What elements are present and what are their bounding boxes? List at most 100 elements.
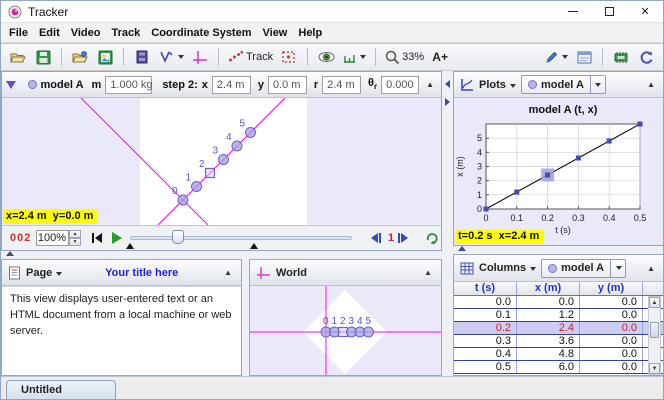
data-point[interactable] <box>638 122 643 127</box>
track-menu-icon[interactable] <box>6 81 16 89</box>
scroll-up-icon[interactable]: ▲ <box>649 297 660 308</box>
split-divider-horizontal[interactable] <box>1 251 442 259</box>
collapse-track-bar-button[interactable]: ▲ <box>423 80 437 89</box>
step-point[interactable] <box>232 141 242 151</box>
track-control-button[interactable] <box>278 46 300 68</box>
menu-coordinate-system[interactable]: Coordinate System <box>151 27 251 39</box>
table-row[interactable]: 0.44.80.0 <box>454 348 664 361</box>
page-menu-button[interactable]: Page <box>26 267 62 279</box>
column-header[interactable]: y (m) <box>580 282 643 295</box>
data-point[interactable] <box>514 190 519 195</box>
r-field[interactable]: 2.4 m <box>322 76 361 94</box>
data-point[interactable] <box>576 156 581 161</box>
memory-button[interactable] <box>610 46 632 68</box>
plot-canvas[interactable]: 00.10.20.30.40.5012345model A (t, x)t (s… <box>454 98 664 245</box>
column-header[interactable]: x (m) <box>517 282 580 295</box>
font-size-button[interactable]: A+ <box>429 46 451 68</box>
y-field[interactable]: 0.0 m <box>268 76 307 94</box>
maximize-button[interactable] <box>591 1 627 22</box>
expand-up-icon[interactable] <box>6 251 14 256</box>
track-name-label[interactable]: model A <box>41 79 84 91</box>
data-point[interactable] <box>607 139 612 144</box>
new-track-button[interactable]: Track <box>226 46 275 68</box>
column-header[interactable]: t (s) <box>454 282 517 295</box>
collapse-table-button[interactable]: ▲ <box>644 264 658 273</box>
table-row[interactable]: 0.22.40.0 <box>454 322 664 335</box>
scrub-slider[interactable] <box>130 236 352 240</box>
dropdown-arrow-button[interactable] <box>610 260 625 277</box>
export-zip-button[interactable] <box>94 46 116 68</box>
menu-edit[interactable]: Edit <box>39 27 60 39</box>
rate-field[interactable]: 100% <box>36 230 69 246</box>
trail-settings-button[interactable] <box>340 46 368 68</box>
step-point[interactable] <box>192 182 202 192</box>
calibration-tools-button[interactable] <box>156 46 186 68</box>
zoom-button[interactable]: 33% <box>383 46 426 68</box>
video-view[interactable]: 012345 x=2.4 m y=0.0 m <box>2 98 441 225</box>
scroll-down-icon[interactable]: ▼ <box>649 363 660 374</box>
dropdown-arrow-button[interactable] <box>590 76 605 93</box>
columns-menu-button[interactable]: Columns <box>479 262 536 274</box>
spinner-down-icon[interactable]: ▼ <box>69 238 81 246</box>
save-button[interactable] <box>32 46 54 68</box>
plots-menu-button[interactable]: Plots <box>479 79 516 91</box>
table-scrollbar[interactable]: ▲ ▼ <box>648 296 661 375</box>
split-divider-horizontal[interactable] <box>453 246 664 254</box>
x-field[interactable]: 2.4 m <box>212 76 251 94</box>
theta-field[interactable]: 0.000 <box>381 76 419 94</box>
data-point[interactable] <box>484 207 489 212</box>
loop-button[interactable] <box>426 231 439 245</box>
expand-up-icon[interactable] <box>458 246 466 251</box>
table-row[interactable]: 0.11.20.0 <box>454 309 664 322</box>
step-back-button[interactable] <box>370 232 381 244</box>
step-size[interactable]: 1 <box>388 232 394 244</box>
close-button[interactable]: ✕ <box>627 1 663 22</box>
rate-spinner[interactable]: ▲ ▼ <box>69 230 81 246</box>
play-button[interactable] <box>112 232 122 244</box>
split-divider-main[interactable] <box>442 71 453 376</box>
menu-view[interactable]: View <box>263 27 288 39</box>
scrollbar-thumb[interactable] <box>650 322 659 338</box>
step-forward-button[interactable] <box>398 232 409 244</box>
open-library-button[interactable] <box>69 46 91 68</box>
step-point[interactable] <box>178 195 188 205</box>
out-point-marker[interactable] <box>250 243 258 249</box>
table-row[interactable]: 0.00.00.0 <box>454 296 664 309</box>
notes-button[interactable] <box>573 46 595 68</box>
clip-settings-button[interactable] <box>131 46 153 68</box>
drawings-button[interactable] <box>542 46 570 68</box>
axes-button[interactable] <box>189 46 211 68</box>
spinner-up-icon[interactable]: ▲ <box>69 230 81 238</box>
step-point[interactable] <box>246 128 256 138</box>
tab-untitled[interactable]: Untitled <box>6 380 116 399</box>
collapse-plot-button[interactable]: ▲ <box>644 80 658 89</box>
table-track-dropdown[interactable]: model A <box>541 259 626 278</box>
expand-right-icon[interactable] <box>445 98 450 106</box>
step-point[interactable] <box>364 327 374 337</box>
open-button[interactable] <box>7 46 29 68</box>
reset-button[interactable] <box>92 232 102 244</box>
table-row[interactable]: 0.56.00.0 <box>454 361 664 374</box>
slider-thumb[interactable] <box>172 230 184 244</box>
refresh-button[interactable] <box>635 46 657 68</box>
table-row[interactable]: 0.33.60.0 <box>454 335 664 348</box>
minimize-button[interactable] <box>555 1 591 22</box>
step-point-selected[interactable] <box>206 169 215 178</box>
mass-field[interactable]: 1.000 kg <box>105 76 152 94</box>
page-body-text[interactable]: This view displays user-entered text or … <box>2 286 241 375</box>
data-point[interactable] <box>545 173 550 178</box>
expand-left-icon[interactable] <box>445 80 450 88</box>
world-view-canvas[interactable]: 012345 <box>250 286 441 375</box>
menu-track[interactable]: Track <box>112 27 141 39</box>
collapse-world-button[interactable]: ▲ <box>421 268 435 277</box>
menu-file[interactable]: File <box>9 27 28 39</box>
collapse-page-button[interactable]: ▲ <box>221 268 235 277</box>
visibility-button[interactable] <box>315 46 337 68</box>
split-divider-vertical[interactable] <box>242 259 249 376</box>
menu-help[interactable]: Help <box>298 27 322 39</box>
plot-track-dropdown[interactable]: model A <box>521 75 606 94</box>
page-tab-title[interactable]: Your title here <box>67 267 216 279</box>
menu-video[interactable]: Video <box>71 27 101 39</box>
in-point-marker[interactable] <box>126 243 134 249</box>
step-point[interactable] <box>219 155 229 165</box>
